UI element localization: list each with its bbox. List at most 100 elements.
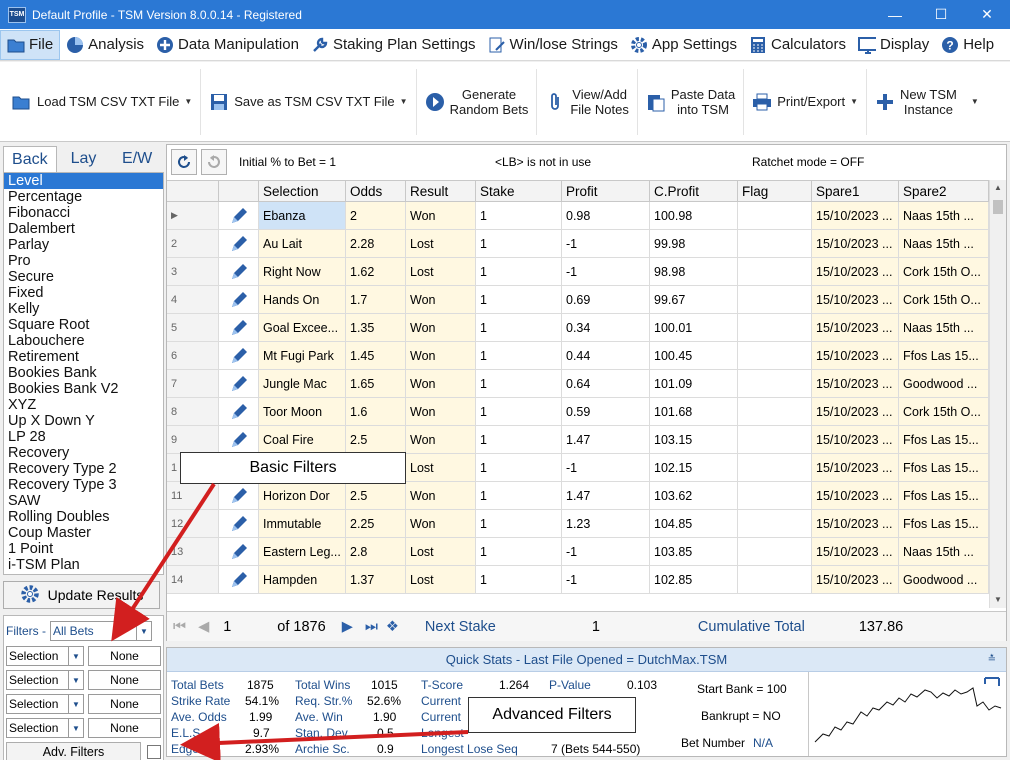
cell-cp[interactable]: 99.98 xyxy=(650,230,738,257)
column-header[interactable]: Result xyxy=(406,181,476,201)
cell-s1[interactable]: 15/10/2023 ... xyxy=(812,202,899,229)
collapse-chevron-icon[interactable]: ≛ xyxy=(988,654,996,665)
filter-value-field[interactable]: None xyxy=(88,646,161,666)
cell-odds[interactable]: 2.25 xyxy=(346,510,406,537)
cell-flag[interactable] xyxy=(738,230,812,257)
cell-profit[interactable]: -1 xyxy=(562,258,650,285)
staking-plan-item[interactable]: Up X Down Y xyxy=(4,413,163,429)
row-number[interactable]: 3 xyxy=(167,258,219,285)
cell-flag[interactable] xyxy=(738,454,812,481)
cell-res[interactable]: Won xyxy=(406,286,476,313)
cell-cp[interactable]: 104.85 xyxy=(650,510,738,537)
tab-calculators[interactable]: Calculators xyxy=(743,30,852,60)
broom-icon[interactable]: ❖ xyxy=(386,619,399,635)
edit-row-button[interactable] xyxy=(219,538,259,565)
column-header[interactable]: Odds xyxy=(346,181,406,201)
cell-odds[interactable]: 2.8 xyxy=(346,538,406,565)
cell-sel[interactable]: Mt Fugi Park xyxy=(259,342,346,369)
staking-plan-item[interactable]: Bookies Bank V2 xyxy=(4,381,163,397)
cell-flag[interactable] xyxy=(738,314,812,341)
column-header[interactable]: Flag xyxy=(738,181,812,201)
redo-button[interactable] xyxy=(201,149,227,175)
cell-profit[interactable]: -1 xyxy=(562,566,650,593)
table-row[interactable]: 11 Horizon Dor 2.5 Won 1 1.47 103.62 15/10/2023… xyxy=(167,482,989,510)
table-row[interactable]: 6 Mt Fugi Park 1.45 Won 1 0.44 100.45 15/10/202… xyxy=(167,342,989,370)
staking-plan-item[interactable]: Rolling Doubles xyxy=(4,509,163,525)
cell-res[interactable]: Won xyxy=(406,342,476,369)
staking-plan-item[interactable]: XYZ xyxy=(4,397,163,413)
update-results-button[interactable]: Update Results xyxy=(3,581,160,609)
tab-app-settings[interactable]: App Settings xyxy=(624,30,743,60)
edit-row-button[interactable] xyxy=(219,426,259,453)
column-header[interactable]: Profit xyxy=(562,181,650,201)
row-number[interactable]: 11 xyxy=(167,482,219,509)
cell-stake[interactable]: 1 xyxy=(476,286,562,313)
cell-odds[interactable]: 1.62 xyxy=(346,258,406,285)
staking-plan-item[interactable]: SAW xyxy=(4,493,163,509)
cell-sel[interactable]: Ebanza xyxy=(259,202,346,229)
staking-plan-item[interactable]: Recovery Type 3 xyxy=(4,477,163,493)
cell-sel[interactable]: Toor Moon xyxy=(259,398,346,425)
column-header[interactable]: Spare1 xyxy=(812,181,899,201)
cell-sel[interactable]: Hampden xyxy=(259,566,346,593)
row-number[interactable]: ▶ xyxy=(167,202,219,229)
row-number[interactable]: 6 xyxy=(167,342,219,369)
cell-profit[interactable]: 0.44 xyxy=(562,342,650,369)
table-row[interactable]: 4 Hands On 1.7 Won 1 0.69 99.67 15/10/2023 ... C… xyxy=(167,286,989,314)
cell-cp[interactable]: 100.98 xyxy=(650,202,738,229)
cell-odds[interactable]: 2.5 xyxy=(346,426,406,453)
cell-stake[interactable]: 1 xyxy=(476,342,562,369)
cell-odds[interactable]: 1.65 xyxy=(346,370,406,397)
new-instance-button[interactable]: New TSM Instance ▼ xyxy=(867,69,987,135)
cell-stake[interactable]: 1 xyxy=(476,398,562,425)
tab-staking-plan-settings[interactable]: Staking Plan Settings xyxy=(305,30,482,60)
filter-field-select[interactable]: Selection ▼ xyxy=(6,670,84,690)
cell-cp[interactable]: 100.01 xyxy=(650,314,738,341)
cell-odds[interactable]: 1.7 xyxy=(346,286,406,313)
cell-flag[interactable] xyxy=(738,482,812,509)
first-page-icon[interactable]: ⏮ xyxy=(173,619,186,635)
cell-odds[interactable]: 2 xyxy=(346,202,406,229)
edit-row-button[interactable] xyxy=(219,482,259,509)
edit-row-button[interactable] xyxy=(219,314,259,341)
cell-s1[interactable]: 15/10/2023 ... xyxy=(812,342,899,369)
generate-random-bets-button[interactable]: Generate Random Bets xyxy=(417,68,538,135)
table-row[interactable]: ▶ Ebanza 2 Won 1 0.98 100.98 15/10/2023 ... Naas… xyxy=(167,202,989,230)
cell-cp[interactable]: 103.15 xyxy=(650,426,738,453)
column-header[interactable]: C.Profit xyxy=(650,181,738,201)
cell-profit[interactable]: 1.47 xyxy=(562,482,650,509)
next-page-icon[interactable]: ▶ xyxy=(342,619,353,635)
cell-sel[interactable]: Jungle Mac xyxy=(259,370,346,397)
staking-plan-item[interactable]: Dalembert xyxy=(4,221,163,237)
cell-s1[interactable]: 15/10/2023 ... xyxy=(812,454,899,481)
cell-profit[interactable]: 0.69 xyxy=(562,286,650,313)
filter-field-select[interactable]: Selection ▼ xyxy=(6,646,84,666)
cell-profit[interactable]: 0.98 xyxy=(562,202,650,229)
cell-cp[interactable]: 101.68 xyxy=(650,398,738,425)
cell-stake[interactable]: 1 xyxy=(476,314,562,341)
cell-flag[interactable] xyxy=(738,258,812,285)
cell-cp[interactable]: 98.98 xyxy=(650,258,738,285)
scroll-thumb[interactable] xyxy=(993,200,1003,214)
staking-plan-item[interactable]: LP 28 xyxy=(4,429,163,445)
cell-stake[interactable]: 1 xyxy=(476,538,562,565)
tab-data-manipulation[interactable]: Data Manipulation xyxy=(150,30,305,60)
cell-stake[interactable]: 1 xyxy=(476,258,562,285)
cell-res[interactable]: Won xyxy=(406,426,476,453)
edit-row-button[interactable] xyxy=(219,370,259,397)
row-number[interactable]: 8 xyxy=(167,398,219,425)
filter-value-field[interactable]: None xyxy=(88,718,161,738)
cell-s2[interactable]: Ffos Las 15... xyxy=(899,342,989,369)
cell-s2[interactable]: Ffos Las 15... xyxy=(899,482,989,509)
adv-filters-button[interactable]: Adv. Filters xyxy=(6,742,141,760)
cell-flag[interactable] xyxy=(738,538,812,565)
staking-plan-item[interactable]: Fixed xyxy=(4,285,163,301)
tab-file[interactable]: File xyxy=(0,29,61,60)
cell-profit[interactable]: 1.47 xyxy=(562,426,650,453)
cell-cp[interactable]: 103.62 xyxy=(650,482,738,509)
staking-plan-item[interactable]: Level xyxy=(4,173,163,189)
cell-cp[interactable]: 102.85 xyxy=(650,566,738,593)
table-row[interactable]: 2 Au Lait 2.28 Lost 1 -1 99.98 15/10/2023 ... Na… xyxy=(167,230,989,258)
edit-row-button[interactable] xyxy=(219,510,259,537)
cell-s2[interactable]: Cork 15th O... xyxy=(899,286,989,313)
